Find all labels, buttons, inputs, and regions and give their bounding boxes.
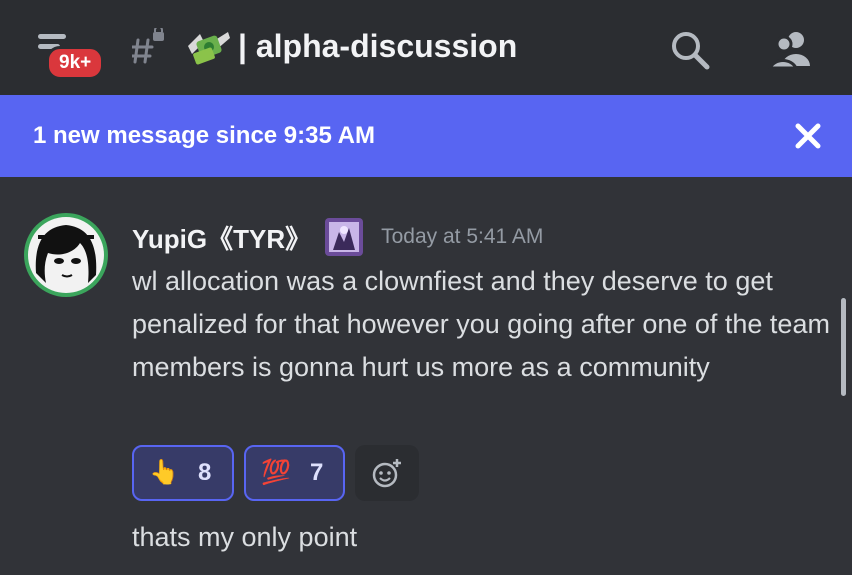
channel-title: | alpha-discussion [238, 28, 518, 64]
reaction-count: 8 [198, 459, 212, 486]
unread-badge: 9k+ [46, 46, 105, 80]
menu-button[interactable]: 9k+ [34, 30, 105, 80]
role-icon [325, 218, 364, 256]
money-icon [184, 24, 232, 68]
menu-icon-line [38, 34, 66, 39]
locked-channel-icon [130, 25, 166, 68]
pointing-up-hand-icon: 👆 [149, 459, 179, 486]
search-icon[interactable] [668, 28, 712, 72]
followup-message: thats my only point [132, 522, 358, 552]
reaction-pointing-up[interactable]: 👆 8 [132, 445, 234, 501]
avatar[interactable] [24, 213, 108, 297]
reaction-count: 7 [310, 459, 324, 486]
message-body: wl allocation was a clownfiest and they … [132, 266, 830, 382]
message-header: YupiG《TYR》 Today at 5:41 AM [132, 218, 543, 256]
message-timestamp: Today at 5:41 AM [381, 225, 544, 248]
reaction-hundred-points[interactable]: 💯 7 [244, 445, 345, 501]
new-messages-text: 1 new message since 9:35 AM [33, 122, 375, 149]
author-name[interactable]: YupiG《TYR》 [132, 219, 311, 256]
members-icon[interactable] [766, 28, 810, 72]
reaction-bar: 👆 8 💯 7 [132, 445, 419, 501]
add-reaction-icon [372, 459, 401, 488]
scrollbar[interactable] [841, 298, 846, 396]
add-reaction-button[interactable] [355, 445, 419, 501]
hundred-points-icon: 💯 [261, 459, 291, 486]
close-icon[interactable] [790, 118, 826, 154]
